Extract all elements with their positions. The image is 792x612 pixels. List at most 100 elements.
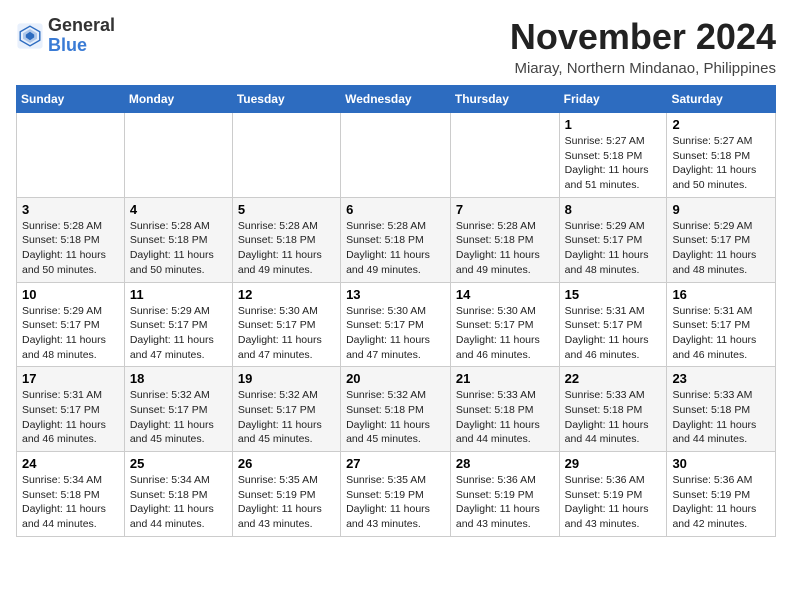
- calendar-table: SundayMondayTuesdayWednesdayThursdayFrid…: [16, 85, 776, 537]
- day-info: Sunrise: 5:27 AM Sunset: 5:18 PM Dayligh…: [672, 134, 770, 193]
- day-number: 7: [456, 202, 554, 217]
- logo: General Blue: [16, 16, 115, 56]
- calendar-cell: 27 Sunrise: 5:35 AM Sunset: 5:19 PM Dayli…: [341, 452, 451, 537]
- page-header: General Blue November 2024 Miaray, North…: [16, 16, 776, 77]
- title-area: November 2024 Miaray, Northern Mindanao,…: [510, 16, 776, 77]
- day-number: 14: [456, 287, 554, 302]
- day-number: 1: [565, 117, 662, 132]
- calendar-cell: 16 Sunrise: 5:31 AM Sunset: 5:17 PM Dayli…: [667, 282, 776, 367]
- weekday-header-sunday: Sunday: [17, 86, 125, 113]
- day-info: Sunrise: 5:29 AM Sunset: 5:17 PM Dayligh…: [130, 304, 227, 363]
- day-number: 24: [22, 456, 119, 471]
- day-info: Sunrise: 5:29 AM Sunset: 5:17 PM Dayligh…: [565, 219, 662, 278]
- calendar-cell: 12Sunrise: 5:30 AM Sunset: 5:17 PM Dayli…: [232, 282, 340, 367]
- week-row-5: 24 Sunrise: 5:34 AM Sunset: 5:18 PM Dayli…: [17, 452, 776, 537]
- day-number: 2: [672, 117, 770, 132]
- calendar-cell: 2 Sunrise: 5:27 AM Sunset: 5:18 PM Daylig…: [667, 113, 776, 198]
- day-info: Sunrise: 5:33 AM Sunset: 5:18 PM Dayligh…: [565, 388, 662, 447]
- day-info: Sunrise: 5:27 AM Sunset: 5:18 PM Dayligh…: [565, 134, 662, 193]
- week-row-2: 3 Sunrise: 5:28 AM Sunset: 5:18 PM Daylig…: [17, 197, 776, 282]
- day-number: 9: [672, 202, 770, 217]
- day-number: 27: [346, 456, 445, 471]
- calendar-cell: 19 Sunrise: 5:32 AM Sunset: 5:17 PM Dayli…: [232, 367, 340, 452]
- day-number: 22: [565, 371, 662, 386]
- weekday-header-friday: Friday: [559, 86, 667, 113]
- calendar-cell: 5Sunrise: 5:28 AM Sunset: 5:18 PM Daylig…: [232, 197, 340, 282]
- calendar-cell: 21 Sunrise: 5:33 AM Sunset: 5:18 PM Dayli…: [450, 367, 559, 452]
- day-info: Sunrise: 5:29 AM Sunset: 5:17 PM Dayligh…: [672, 219, 770, 278]
- day-number: 11: [130, 287, 227, 302]
- day-number: 13: [346, 287, 445, 302]
- logo-icon: [16, 22, 44, 50]
- weekday-header-tuesday: Tuesday: [232, 86, 340, 113]
- calendar-cell: 7 Sunrise: 5:28 AM Sunset: 5:18 PM Daylig…: [450, 197, 559, 282]
- calendar-cell: 4 Sunrise: 5:28 AM Sunset: 5:18 PM Daylig…: [124, 197, 232, 282]
- day-number: 20: [346, 371, 445, 386]
- day-info: Sunrise: 5:28 AM Sunset: 5:18 PM Dayligh…: [346, 219, 445, 278]
- calendar-cell: 1 Sunrise: 5:27 AM Sunset: 5:18 PM Daylig…: [559, 113, 667, 198]
- day-info: Sunrise: 5:33 AM Sunset: 5:18 PM Dayligh…: [672, 388, 770, 447]
- day-info: Sunrise: 5:31 AM Sunset: 5:17 PM Dayligh…: [22, 388, 119, 447]
- calendar-cell: 11 Sunrise: 5:29 AM Sunset: 5:17 PM Dayli…: [124, 282, 232, 367]
- day-number: 3: [22, 202, 119, 217]
- day-info: Sunrise: 5:30 AM Sunset: 5:17 PM Dayligh…: [238, 304, 335, 363]
- calendar-cell: 20Sunrise: 5:32 AM Sunset: 5:18 PM Dayli…: [341, 367, 451, 452]
- calendar-cell: 6 Sunrise: 5:28 AM Sunset: 5:18 PM Daylig…: [341, 197, 451, 282]
- calendar-cell: 25 Sunrise: 5:34 AM Sunset: 5:18 PM Dayli…: [124, 452, 232, 537]
- calendar-cell: 30Sunrise: 5:36 AM Sunset: 5:19 PM Dayli…: [667, 452, 776, 537]
- calendar-cell: 13 Sunrise: 5:30 AM Sunset: 5:17 PM Dayli…: [341, 282, 451, 367]
- day-info: Sunrise: 5:36 AM Sunset: 5:19 PM Dayligh…: [565, 473, 662, 532]
- month-title: November 2024: [510, 16, 776, 58]
- day-info: Sunrise: 5:28 AM Sunset: 5:18 PM Dayligh…: [238, 219, 335, 278]
- day-number: 21: [456, 371, 554, 386]
- day-info: Sunrise: 5:35 AM Sunset: 5:19 PM Dayligh…: [346, 473, 445, 532]
- location-subtitle: Miaray, Northern Mindanao, Philippines: [510, 60, 776, 77]
- day-info: Sunrise: 5:32 AM Sunset: 5:17 PM Dayligh…: [238, 388, 335, 447]
- day-info: Sunrise: 5:28 AM Sunset: 5:18 PM Dayligh…: [456, 219, 554, 278]
- calendar-cell: 28Sunrise: 5:36 AM Sunset: 5:19 PM Dayli…: [450, 452, 559, 537]
- calendar-cell: 10 Sunrise: 5:29 AM Sunset: 5:17 PM Dayli…: [17, 282, 125, 367]
- calendar-cell: 29 Sunrise: 5:36 AM Sunset: 5:19 PM Dayli…: [559, 452, 667, 537]
- logo-general-text: General: [48, 15, 115, 35]
- logo-text: General Blue: [48, 16, 115, 56]
- logo-blue-text: Blue: [48, 35, 87, 55]
- day-info: Sunrise: 5:34 AM Sunset: 5:18 PM Dayligh…: [130, 473, 227, 532]
- week-row-3: 10 Sunrise: 5:29 AM Sunset: 5:17 PM Dayli…: [17, 282, 776, 367]
- calendar-cell: 3 Sunrise: 5:28 AM Sunset: 5:18 PM Daylig…: [17, 197, 125, 282]
- day-info: Sunrise: 5:28 AM Sunset: 5:18 PM Dayligh…: [130, 219, 227, 278]
- calendar-cell: 17Sunrise: 5:31 AM Sunset: 5:17 PM Dayli…: [17, 367, 125, 452]
- day-number: 8: [565, 202, 662, 217]
- day-number: 16: [672, 287, 770, 302]
- day-number: 23: [672, 371, 770, 386]
- day-info: Sunrise: 5:28 AM Sunset: 5:18 PM Dayligh…: [22, 219, 119, 278]
- day-number: 29: [565, 456, 662, 471]
- calendar-cell: [17, 113, 125, 198]
- day-info: Sunrise: 5:30 AM Sunset: 5:17 PM Dayligh…: [346, 304, 445, 363]
- day-number: 4: [130, 202, 227, 217]
- calendar-cell: [341, 113, 451, 198]
- weekday-header-wednesday: Wednesday: [341, 86, 451, 113]
- week-row-1: 1 Sunrise: 5:27 AM Sunset: 5:18 PM Daylig…: [17, 113, 776, 198]
- calendar-cell: 26Sunrise: 5:35 AM Sunset: 5:19 PM Dayli…: [232, 452, 340, 537]
- day-number: 25: [130, 456, 227, 471]
- calendar-cell: 8 Sunrise: 5:29 AM Sunset: 5:17 PM Daylig…: [559, 197, 667, 282]
- day-info: Sunrise: 5:31 AM Sunset: 5:17 PM Dayligh…: [672, 304, 770, 363]
- weekday-header-row: SundayMondayTuesdayWednesdayThursdayFrid…: [17, 86, 776, 113]
- day-info: Sunrise: 5:36 AM Sunset: 5:19 PM Dayligh…: [456, 473, 554, 532]
- calendar-cell: 14Sunrise: 5:30 AM Sunset: 5:17 PM Dayli…: [450, 282, 559, 367]
- day-number: 19: [238, 371, 335, 386]
- day-number: 26: [238, 456, 335, 471]
- weekday-header-thursday: Thursday: [450, 86, 559, 113]
- calendar-cell: 18Sunrise: 5:32 AM Sunset: 5:17 PM Dayli…: [124, 367, 232, 452]
- calendar-cell: 24Sunrise: 5:34 AM Sunset: 5:18 PM Dayli…: [17, 452, 125, 537]
- calendar-cell: [450, 113, 559, 198]
- weekday-header-saturday: Saturday: [667, 86, 776, 113]
- day-info: Sunrise: 5:36 AM Sunset: 5:19 PM Dayligh…: [672, 473, 770, 532]
- calendar-cell: 9 Sunrise: 5:29 AM Sunset: 5:17 PM Daylig…: [667, 197, 776, 282]
- day-number: 15: [565, 287, 662, 302]
- day-number: 10: [22, 287, 119, 302]
- day-info: Sunrise: 5:29 AM Sunset: 5:17 PM Dayligh…: [22, 304, 119, 363]
- calendar-cell: 22 Sunrise: 5:33 AM Sunset: 5:18 PM Dayli…: [559, 367, 667, 452]
- day-number: 6: [346, 202, 445, 217]
- day-info: Sunrise: 5:33 AM Sunset: 5:18 PM Dayligh…: [456, 388, 554, 447]
